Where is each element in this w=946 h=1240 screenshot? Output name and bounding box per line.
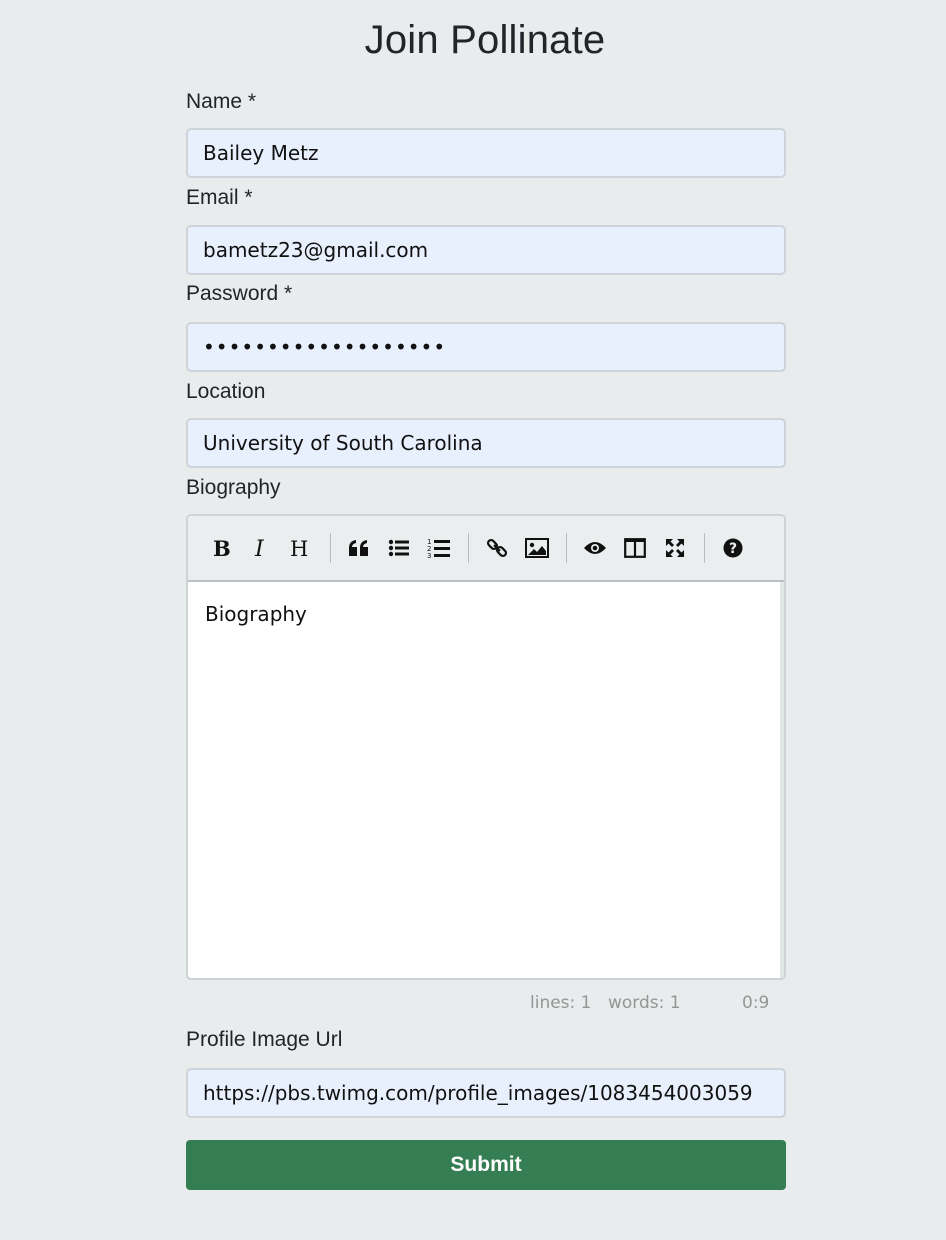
location-label: Location <box>186 380 266 403</box>
password-field[interactable]: ••••••••••••••••••• <box>186 322 786 372</box>
name-field[interactable]: Bailey Metz <box>186 128 786 178</box>
quote-icon[interactable] <box>339 528 379 568</box>
svg-text:B: B <box>213 537 231 559</box>
image-icon[interactable] <box>517 528 557 568</box>
svg-text:I: I <box>254 537 265 559</box>
profile-image-url-field[interactable]: https://pbs.twimg.com/profile_images/108… <box>186 1068 786 1118</box>
svg-text:3: 3 <box>427 552 431 559</box>
profile-image-label: Profile Image Url <box>186 1028 343 1051</box>
toolbar-separator <box>468 533 469 563</box>
biography-label: Biography <box>186 476 281 499</box>
preview-icon[interactable] <box>575 528 615 568</box>
location-field[interactable]: University of South Carolina <box>186 418 786 468</box>
biography-editor: B I H 123 ? Biography <box>186 514 786 980</box>
help-icon[interactable]: ? <box>713 528 753 568</box>
email-value: bametz23@gmail.com <box>203 238 429 262</box>
svg-text:?: ? <box>729 541 737 557</box>
link-icon[interactable] <box>477 528 517 568</box>
page-title: Join Pollinate <box>364 18 606 62</box>
ordered-list-icon[interactable]: 123 <box>419 528 459 568</box>
bold-icon[interactable]: B <box>201 528 241 568</box>
name-value: Bailey Metz <box>203 141 319 165</box>
submit-button[interactable]: Submit <box>186 1140 786 1190</box>
editor-statusbar: lines: 1 words: 1 0:9 <box>186 993 786 1017</box>
heading-icon[interactable]: H <box>281 528 321 568</box>
profile-image-url-value: https://pbs.twimg.com/profile_images/108… <box>203 1081 753 1105</box>
toolbar-separator <box>566 533 567 563</box>
side-by-side-icon[interactable] <box>615 528 655 568</box>
svg-text:H: H <box>290 537 308 559</box>
editor-scrollbar[interactable] <box>780 582 784 978</box>
biography-content: Biography <box>205 602 307 626</box>
password-label: Password * <box>186 282 293 305</box>
words-count: words: 1 <box>608 993 681 1013</box>
location-value: University of South Carolina <box>203 431 483 455</box>
editor-toolbar: B I H 123 ? <box>188 516 784 582</box>
toolbar-separator <box>330 533 331 563</box>
email-label: Email * <box>186 186 253 209</box>
unordered-list-icon[interactable] <box>379 528 419 568</box>
italic-icon[interactable]: I <box>241 528 281 568</box>
biography-textarea[interactable]: Biography <box>188 582 784 978</box>
cursor-position: 0:9 <box>742 993 770 1013</box>
lines-count: lines: 1 <box>530 993 592 1013</box>
name-label: Name * <box>186 90 257 113</box>
email-field[interactable]: bametz23@gmail.com <box>186 225 786 275</box>
password-value: ••••••••••••••••••• <box>203 335 447 359</box>
toolbar-separator <box>704 533 705 563</box>
fullscreen-icon[interactable] <box>655 528 695 568</box>
